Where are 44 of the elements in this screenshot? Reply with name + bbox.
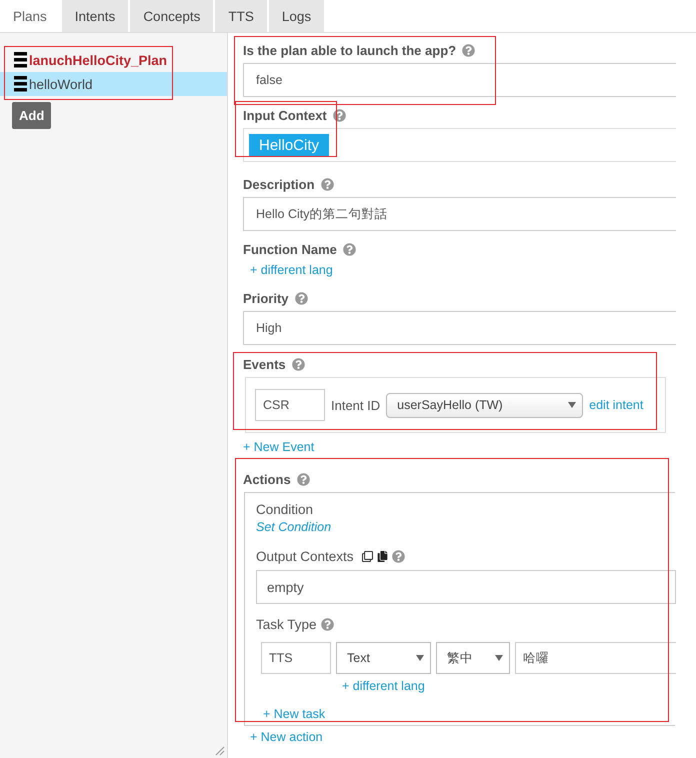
help-icon[interactable] — [294, 292, 308, 304]
intent-select[interactable]: userSayHello (TW) — [386, 392, 584, 418]
output-contexts-field[interactable]: empty — [256, 570, 676, 604]
help-icon[interactable] — [320, 178, 334, 190]
task-type-select[interactable]: Text — [336, 642, 431, 674]
help-icon[interactable] — [320, 618, 334, 630]
resize-grip-icon[interactable] — [215, 746, 225, 756]
tab[interactable]: Intents — [62, 0, 130, 32]
drag-handle-icon[interactable] — [14, 52, 27, 68]
field-label: Events — [243, 356, 286, 372]
copy-icon[interactable] — [362, 550, 373, 562]
caret-icon — [416, 655, 424, 661]
launch-field[interactable]: false — [243, 63, 676, 97]
help-icon[interactable] — [342, 242, 356, 256]
paste-icon[interactable] — [376, 550, 388, 562]
field-label: Priority — [243, 290, 289, 306]
caret-icon — [495, 655, 503, 661]
caret-icon — [568, 402, 576, 408]
task-type-label: Task Type — [256, 616, 317, 632]
tab[interactable]: Logs — [268, 0, 326, 32]
plan-item[interactable]: lanuchHelloCity_Plan — [0, 48, 227, 72]
help-icon[interactable] — [462, 44, 476, 56]
field-label: Actions — [243, 472, 291, 486]
task-text-field[interactable]: 哈囉 — [515, 642, 676, 674]
event-code-field[interactable]: CSR — [255, 389, 325, 421]
help-icon[interactable] — [296, 472, 310, 486]
description-field[interactable]: Hello City的第二句對話 — [243, 197, 676, 231]
language-select[interactable]: 繁中 — [436, 642, 510, 674]
output-contexts-label: Output Contexts — [256, 548, 354, 564]
field-label: Function Name — [243, 242, 337, 256]
intent-id-label: Intent ID — [331, 398, 380, 412]
drag-handle-icon[interactable] — [14, 76, 27, 92]
priority-field[interactable]: High — [243, 311, 676, 345]
field-label: Is the plan able to launch the app? — [243, 42, 456, 58]
condition-label: Condition — [256, 502, 314, 516]
plan-item[interactable]: helloWorld — [0, 72, 227, 96]
add-button[interactable]: Add — [12, 102, 52, 129]
tab[interactable]: TTS — [215, 0, 269, 32]
field-label: Input Context — [243, 108, 327, 122]
field-label: Description — [243, 176, 315, 192]
help-icon[interactable] — [332, 108, 346, 122]
tab[interactable]: Concepts — [130, 0, 216, 32]
task-code-field[interactable]: TTS — [261, 642, 331, 674]
help-icon[interactable] — [292, 358, 305, 370]
